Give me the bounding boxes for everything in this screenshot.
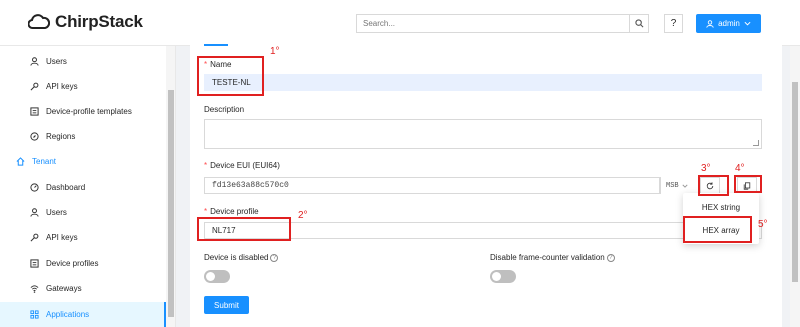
annotation-box-copy bbox=[734, 175, 762, 193]
sidebar-item-tenant-users[interactable]: Users bbox=[0, 200, 166, 225]
user-icon bbox=[706, 19, 714, 28]
user-name: admin bbox=[718, 19, 740, 28]
sidebar-item-label: Dashboard bbox=[46, 183, 86, 192]
sidebar-item-gateways[interactable]: Gateways bbox=[0, 276, 166, 301]
apps-icon bbox=[28, 309, 40, 321]
description-field[interactable] bbox=[204, 119, 762, 149]
chevron-down-icon bbox=[682, 184, 688, 188]
profile-icon bbox=[28, 258, 40, 270]
sidebar-scrollbar-thumb[interactable] bbox=[168, 90, 174, 317]
sidebar-item-label: Applications bbox=[46, 310, 90, 319]
sidebar-item-label: API keys bbox=[46, 233, 78, 242]
question-circle-icon[interactable]: ? bbox=[270, 253, 279, 262]
brand-logo[interactable]: ChirpStack bbox=[28, 12, 143, 32]
user-icon bbox=[28, 207, 40, 219]
sidebar-item-api-keys[interactable]: API keys bbox=[0, 74, 166, 99]
sidebar-item-label: Device-profile templates bbox=[46, 107, 132, 116]
sidebar-item-tenant-api-keys[interactable]: API keys bbox=[0, 225, 166, 250]
hex-string-option[interactable]: HEX string bbox=[683, 196, 759, 218]
sidebar-item-label: Gateways bbox=[46, 284, 82, 293]
wifi-icon bbox=[28, 283, 40, 295]
active-tab-indicator bbox=[204, 44, 228, 46]
sidebar-item-device-profiles[interactable]: Device profiles bbox=[0, 251, 166, 276]
disabled-label: Device is disabled? bbox=[204, 253, 279, 262]
submit-button[interactable]: Submit bbox=[204, 296, 249, 314]
annotation-box-regenerate bbox=[698, 175, 729, 196]
sidebar-item-device-profile-templates[interactable]: Device-profile templates bbox=[0, 99, 166, 124]
page-scrollbar-thumb[interactable] bbox=[792, 82, 798, 282]
search-icon bbox=[634, 19, 643, 28]
description-label: Description bbox=[204, 105, 245, 114]
sidebar-item-label: Users bbox=[46, 57, 67, 66]
question-circle-icon[interactable]: ? bbox=[606, 253, 615, 262]
key-icon bbox=[28, 232, 40, 244]
dev-eui-field[interactable]: fd13e63a88c570c0 bbox=[204, 177, 660, 194]
dashboard-icon bbox=[28, 182, 40, 194]
search-box[interactable] bbox=[356, 14, 649, 33]
name-field[interactable]: TESTE-NL bbox=[204, 74, 762, 91]
annotation-label-2: 2° bbox=[298, 210, 308, 221]
annotation-label-5: 5° bbox=[758, 219, 768, 230]
sidebar-item-users[interactable]: Users bbox=[0, 49, 166, 74]
chevron-down-icon bbox=[744, 21, 751, 26]
brand-name: ChirpStack bbox=[55, 12, 143, 31]
fcnt-label: Disable frame-counter validation? bbox=[490, 253, 615, 262]
sidebar-item-label: Tenant bbox=[32, 157, 57, 166]
sidebar-item-label: Regions bbox=[46, 132, 76, 141]
annotation-box-device-profile bbox=[197, 217, 291, 241]
annotation-label-3: 3° bbox=[701, 163, 711, 174]
sidebar-item-applications[interactable]: Applications bbox=[0, 302, 166, 327]
search-input[interactable] bbox=[357, 15, 629, 32]
annotation-box-name bbox=[197, 56, 264, 96]
cloud-icon bbox=[28, 14, 50, 29]
dev-eui-label: * Device EUI (EUI64) bbox=[204, 161, 280, 170]
resize-handle[interactable] bbox=[753, 140, 759, 146]
template-icon bbox=[28, 106, 40, 118]
device-profile-label: * Device profile bbox=[204, 207, 259, 216]
user-menu-button[interactable]: admin bbox=[696, 14, 761, 33]
annotation-label-1: 1° bbox=[270, 46, 280, 57]
sidebar: Users API keys Device-profile templates … bbox=[0, 46, 176, 327]
annotation-label-4: 4° bbox=[735, 163, 745, 174]
key-icon bbox=[28, 81, 40, 93]
home-icon bbox=[14, 156, 26, 168]
fcnt-validation-switch[interactable] bbox=[490, 270, 516, 283]
sidebar-item-label: API keys bbox=[46, 82, 78, 91]
sidebar-item-regions[interactable]: Regions bbox=[0, 124, 166, 149]
device-disabled-switch[interactable] bbox=[204, 270, 230, 283]
annotation-box-hex-array bbox=[683, 216, 752, 243]
sidebar-item-label: Users bbox=[46, 208, 67, 217]
help-button[interactable]: ? bbox=[664, 14, 683, 33]
sidebar-item-tenant[interactable]: Tenant bbox=[0, 149, 166, 174]
user-icon bbox=[28, 56, 40, 68]
sidebar-item-label: Device profiles bbox=[46, 259, 99, 268]
compass-icon bbox=[28, 131, 40, 143]
search-button[interactable] bbox=[629, 15, 648, 32]
byte-order-select[interactable]: MSB bbox=[660, 177, 696, 194]
sidebar-item-dashboard[interactable]: Dashboard bbox=[0, 175, 166, 200]
